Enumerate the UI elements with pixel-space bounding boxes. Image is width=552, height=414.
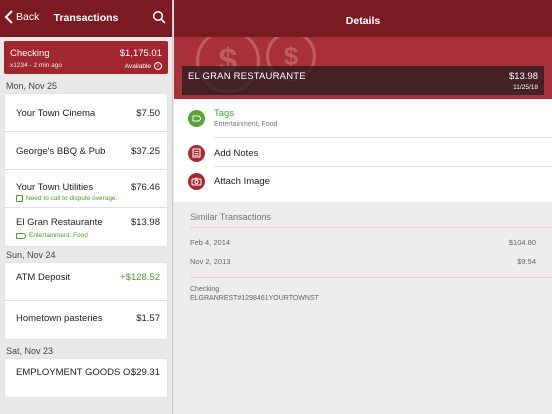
transactions-nav-bar: Back Transactions — [0, 0, 172, 37]
add-notes-label: Add Notes — [214, 147, 259, 159]
details-panel: Details $ $ EL GRAN RESTAURANTE $13.98 1… — [174, 0, 552, 414]
account-sub: x1234 - 2 min ago — [10, 62, 63, 69]
similar-amount: $104.80 — [508, 238, 536, 247]
account-summary[interactable]: Checking $1,175.01 x1234 - 2 min ago Ava… — [4, 41, 168, 74]
similar-date: Nov 2, 2013 — [190, 257, 231, 266]
transaction-row[interactable]: Hometown pasteries $1.57 — [5, 301, 167, 339]
transaction-group: ATM Deposit +$128.52 Hometown pasteries … — [5, 263, 167, 339]
divider — [214, 137, 552, 138]
transaction-row[interactable]: ATM Deposit +$128.52 — [5, 263, 167, 301]
transaction-note: Need to call to dispute overage. — [16, 195, 117, 202]
similar-transaction-row[interactable]: Nov 2, 2013 $9.54 — [190, 257, 536, 269]
merchant: Your Town Utilities — [16, 182, 94, 193]
merchant: George's BBQ & Pub — [16, 146, 106, 157]
merchant: Hometown pasteries — [16, 313, 103, 324]
amount: +$128.52 — [120, 272, 160, 283]
detail-actions: Tags Entertainment, Food Add Notes Attac… — [174, 99, 552, 202]
available-text: Available — [124, 62, 151, 70]
transactions-title: Transactions — [53, 12, 119, 24]
detail-merchant: EL GRAN RESTAURANTE — [188, 71, 306, 82]
amount: $13.98 — [130, 217, 160, 228]
merchant: ATM Deposit — [16, 272, 71, 283]
info-icon[interactable]: i — [154, 62, 162, 70]
amount: $1.57 — [136, 313, 160, 324]
merchant: Your Town Cinema — [16, 108, 96, 119]
tags-action[interactable]: Tags Entertainment, Food — [188, 104, 552, 132]
add-notes-action[interactable]: Add Notes — [188, 139, 552, 167]
similar-date: Feb 4, 2014 — [190, 238, 231, 247]
date-header: Sun, Nov 24 — [6, 250, 56, 260]
account-footer: Checking ELGRANREST#1298461YOURTOWNST — [190, 285, 319, 303]
footer-account-desc: ELGRANREST#1298461YOURTOWNST — [190, 295, 319, 302]
search-icon[interactable] — [152, 10, 166, 24]
account-name: Checking — [10, 48, 50, 59]
amount: $76.46 — [130, 182, 160, 193]
transaction-row[interactable]: Your Town Cinema $7.50 — [5, 94, 167, 132]
notes-icon — [16, 195, 23, 202]
transaction-row[interactable]: George's BBQ & Pub $37.25 — [5, 132, 167, 170]
detail-amount: $13.98 — [508, 71, 538, 82]
divider — [190, 277, 552, 278]
attach-image-label: Attach Image — [214, 175, 270, 187]
date-header: Sat, Nov 23 — [6, 346, 54, 356]
merchant: El Gran Restaurante — [16, 217, 103, 228]
transaction-header: $ $ EL GRAN RESTAURANTE $13.98 11/25/18 — [174, 37, 552, 99]
transaction-group: Your Town Cinema $7.50 George's BBQ & Pu… — [5, 94, 167, 246]
transaction-row[interactable]: El Gran Restaurante $13.98 Entertainment… — [5, 208, 167, 246]
similar-transaction-row[interactable]: Feb 4, 2014 $104.80 — [190, 238, 536, 250]
note-text: Need to call to dispute overage. — [26, 195, 118, 202]
details-nav-bar: Details — [174, 0, 552, 37]
similar-amount: $9.54 — [517, 257, 536, 266]
available-label: Available i — [125, 62, 162, 70]
tag-icon — [188, 109, 205, 127]
transaction-row[interactable]: Your Town Utilities $76.46 Need to call … — [5, 170, 167, 208]
similar-transactions-heading: Similar Transactions — [190, 212, 272, 222]
merchant: EMPLOYMENT GOODS O... — [16, 367, 139, 378]
transaction-row[interactable]: EMPLOYMENT GOODS O... $29.31 — [5, 359, 167, 397]
transaction-summary-band: EL GRAN RESTAURANTE $13.98 11/25/18 — [182, 66, 544, 95]
divider — [190, 227, 552, 228]
footer-account-name: Checking — [190, 286, 220, 293]
tags-label: Tags — [214, 108, 235, 119]
notes-icon — [188, 144, 205, 162]
tags-value: Entertainment, Food — [214, 121, 278, 128]
transaction-tags: Entertainment, Food — [16, 232, 88, 239]
tags-text: Entertainment, Food — [29, 232, 88, 239]
amount: $7.50 — [136, 108, 160, 119]
account-balance: $1,175.01 — [119, 48, 162, 59]
detail-date: 11/25/18 — [513, 84, 538, 91]
transactions-panel: Back Transactions Checking $1,175.01 x12… — [0, 0, 173, 414]
tag-icon — [16, 232, 26, 239]
transaction-group: EMPLOYMENT GOODS O... $29.31 — [5, 359, 167, 397]
amount: $37.25 — [130, 146, 160, 157]
date-header: Mon, Nov 25 — [6, 81, 58, 91]
amount: $29.31 — [130, 367, 160, 378]
attach-image-action[interactable]: Attach Image — [188, 167, 552, 195]
camera-icon — [188, 172, 205, 190]
